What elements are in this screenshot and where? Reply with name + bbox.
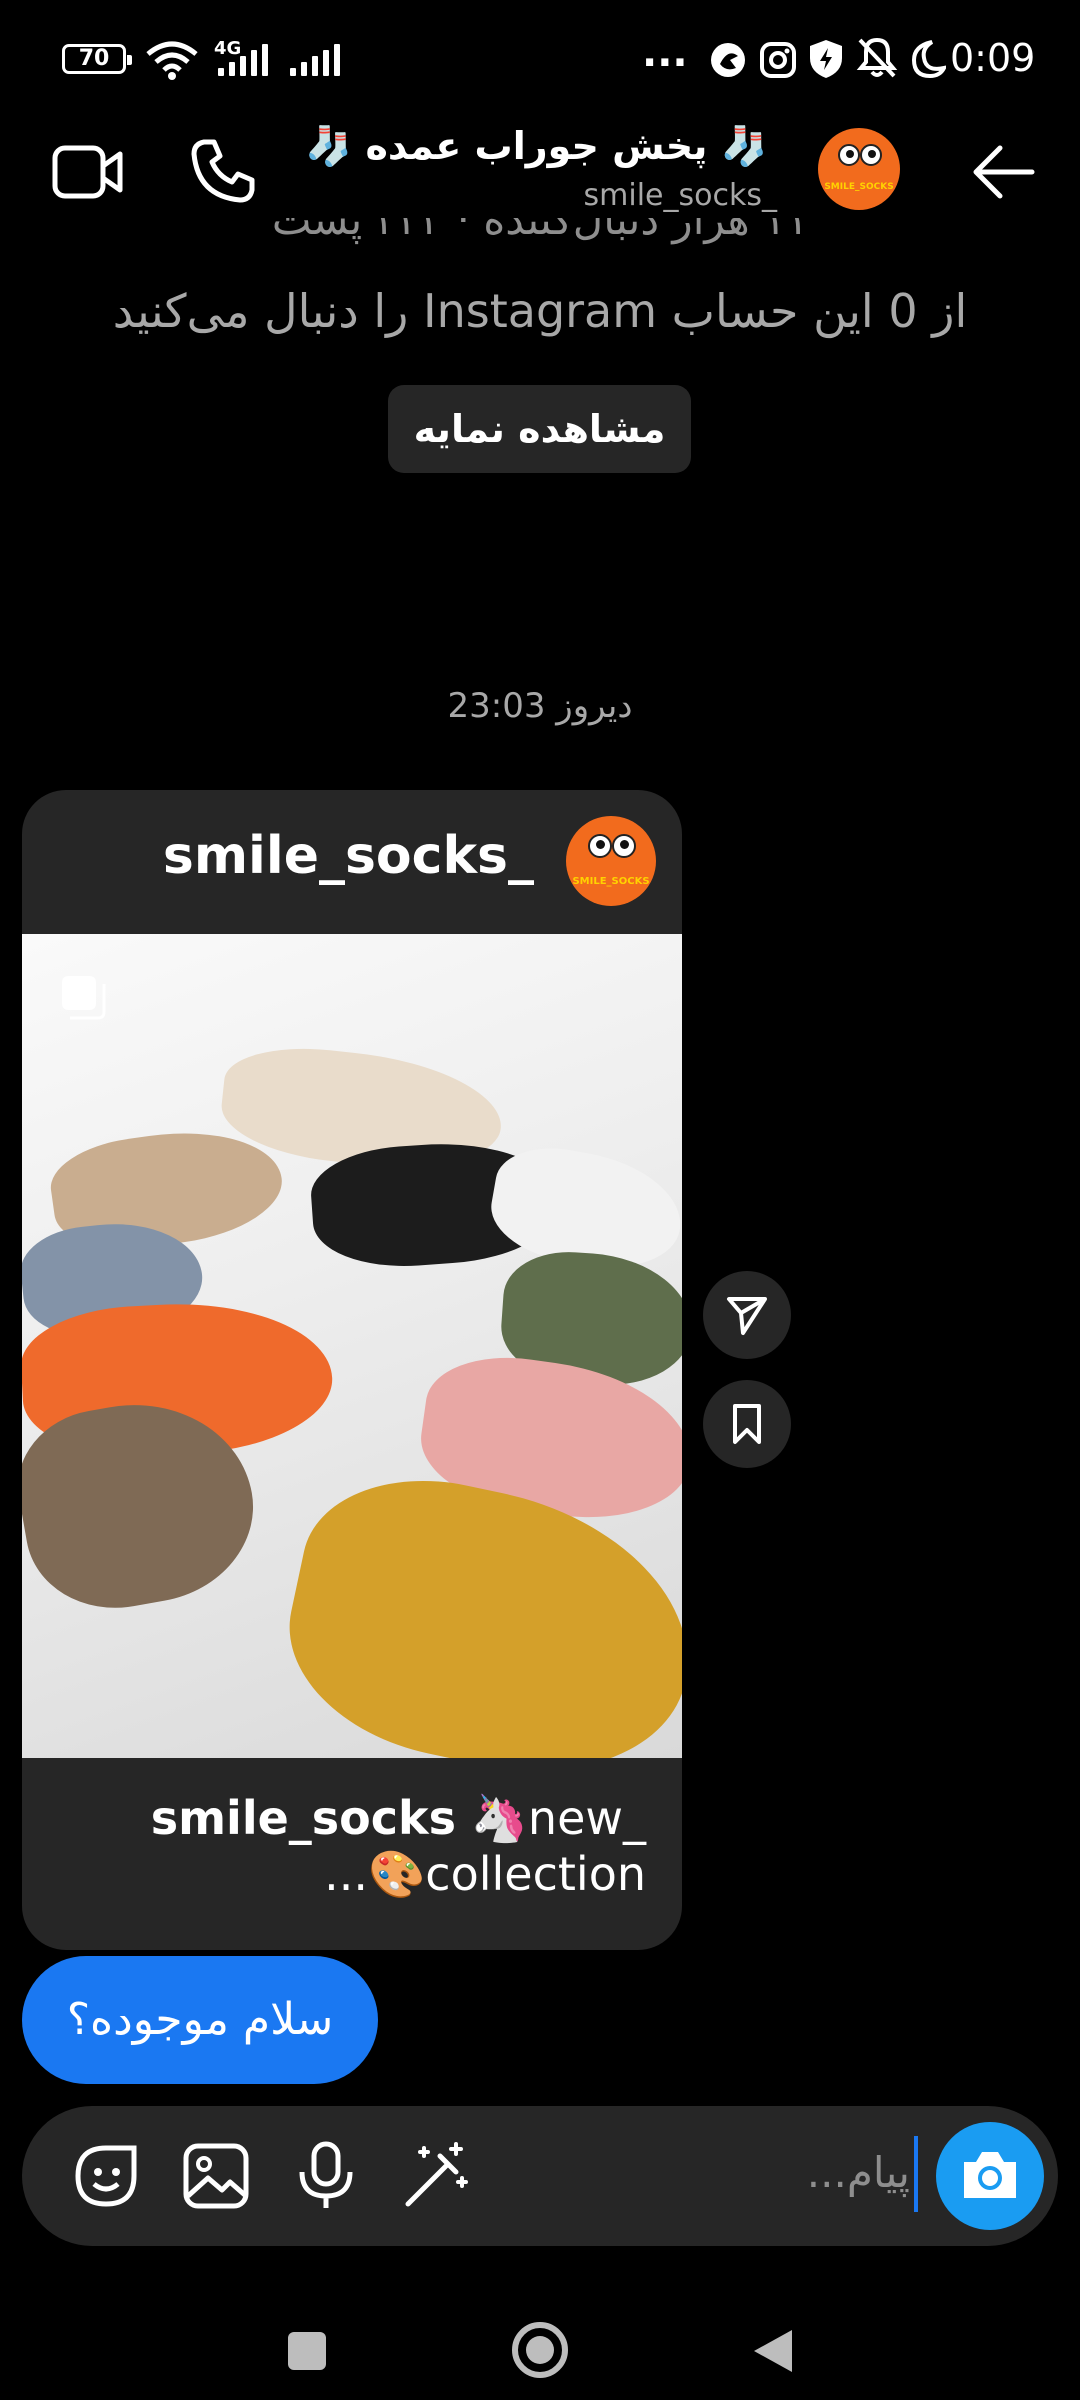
back-arrow-icon[interactable] (972, 144, 1036, 200)
profile-following-text: از 0 این حساب Instagram را دنبال می‌کنید (112, 284, 968, 338)
caption-text-1: 🦄new_ (456, 1791, 646, 1845)
signal-icon (218, 44, 268, 76)
share-post-button[interactable] (703, 1271, 791, 1359)
back-triangle-icon[interactable] (752, 2328, 794, 2374)
avatar-brand-text: SMILE_SOCKS (824, 182, 894, 192)
microphone-icon[interactable] (290, 2140, 362, 2212)
battery-level: 70 (78, 46, 110, 71)
post-caption[interactable]: smile_socks 🦄new_ ...🎨collection (46, 1790, 646, 1902)
shield-icon (810, 40, 842, 78)
sticker-icon[interactable] (70, 2140, 142, 2212)
post-username[interactable]: smile_socks_ (163, 826, 534, 886)
message-timestamp: دیروز 23:03 (447, 686, 633, 726)
caption-user: smile_socks (150, 1791, 457, 1845)
video-call-icon[interactable] (52, 142, 124, 202)
chat-username[interactable]: smile_socks_ (584, 178, 777, 213)
multi-image-icon (62, 976, 106, 1020)
post-avatar[interactable]: SMILE_SOCKS (566, 816, 656, 906)
system-nav-bar (0, 2270, 1080, 2400)
clock-time: 0:09 (950, 36, 1036, 80)
gallery-icon[interactable] (180, 2140, 252, 2212)
mute-bell-icon (856, 37, 898, 78)
caption-line-1: smile_socks 🦄new_ (46, 1790, 646, 1846)
text-cursor (914, 2136, 918, 2212)
instagram-icon (760, 42, 796, 78)
bookmark-icon (733, 1404, 761, 1444)
moon-icon (911, 40, 946, 79)
wifi-icon (146, 41, 198, 80)
caption-text-2: ...🎨collection (324, 1847, 646, 1901)
phone-icon[interactable] (190, 138, 256, 204)
sent-message-bubble[interactable]: سلام موجوده؟ (22, 1956, 378, 2084)
camera-button[interactable] (936, 2122, 1044, 2230)
status-bar: 70 4G ... 0:09 (0, 0, 1080, 120)
profile-stats: ۱۱ هزار دنبال‌کننده · ۲۲۲ پست (0, 218, 1080, 258)
chat-header: 🧦 پخش جوراب عمده 🧦 smile_socks_ SMILE_SO… (0, 120, 1080, 230)
share-icon (727, 1297, 767, 1335)
overflow-dots: ... (642, 30, 688, 76)
avatar[interactable]: SMILE_SOCKS (818, 128, 900, 210)
post-image[interactable] (22, 934, 682, 1758)
home-circle-icon[interactable] (512, 2322, 568, 2378)
shared-post-card[interactable]: smile_socks_ SMILE_SOCKS smile_socks 🦄ne… (22, 790, 682, 1950)
profile-stats-text: ۱۱ هزار دنبال‌کننده · ۲۲۲ پست (271, 218, 809, 244)
save-post-button[interactable] (703, 1380, 791, 1468)
post-avatar-brand-text: SMILE_SOCKS (572, 876, 650, 887)
signal-icon-2 (290, 44, 340, 76)
app-notification-icon (711, 43, 745, 77)
message-composer: پیام... (22, 2106, 1058, 2246)
view-profile-button[interactable]: مشاهده نمایه (388, 385, 691, 473)
chat-title[interactable]: 🧦 پخش جوراب عمده 🧦 (305, 124, 768, 169)
battery-icon: 70 (62, 44, 132, 74)
recents-square-icon[interactable] (288, 2332, 326, 2370)
camera-icon (964, 2152, 1016, 2198)
magic-wand-icon[interactable] (400, 2140, 472, 2212)
message-input[interactable]: پیام... (490, 2148, 910, 2197)
